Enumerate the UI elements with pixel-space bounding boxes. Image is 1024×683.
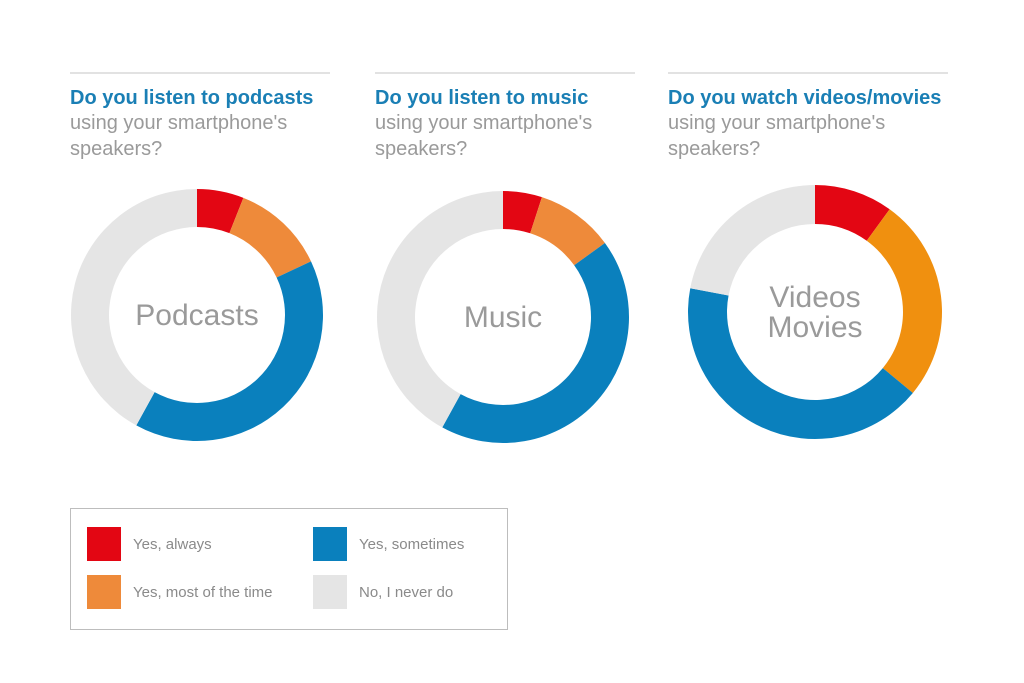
legend-label: Yes, always [133, 535, 212, 553]
legend-item-yes-sometimes: Yes, sometimes [313, 527, 464, 561]
donut-slice-yes-most-of-the-time [866, 209, 942, 393]
legend-item-yes-always: Yes, always [87, 527, 212, 561]
legend-swatch [87, 575, 121, 609]
legend-label: No, I never do [359, 583, 454, 601]
legend-label: Yes, most of the time [133, 583, 273, 601]
legend: Yes, always Yes, most of the time Yes, s… [70, 508, 508, 630]
donut-center-label: Movies [767, 311, 862, 344]
legend-label: Yes, sometimes [359, 535, 465, 553]
legend-item-yes-most: Yes, most of the time [87, 575, 273, 609]
donut-center-label: Videos [769, 281, 860, 314]
legend-swatch [313, 527, 347, 561]
legend-item-never: No, I never do [313, 575, 453, 609]
legend-swatch [87, 527, 121, 561]
legend-swatch [313, 575, 347, 609]
donut-slice-no-i-never-do [690, 185, 815, 296]
